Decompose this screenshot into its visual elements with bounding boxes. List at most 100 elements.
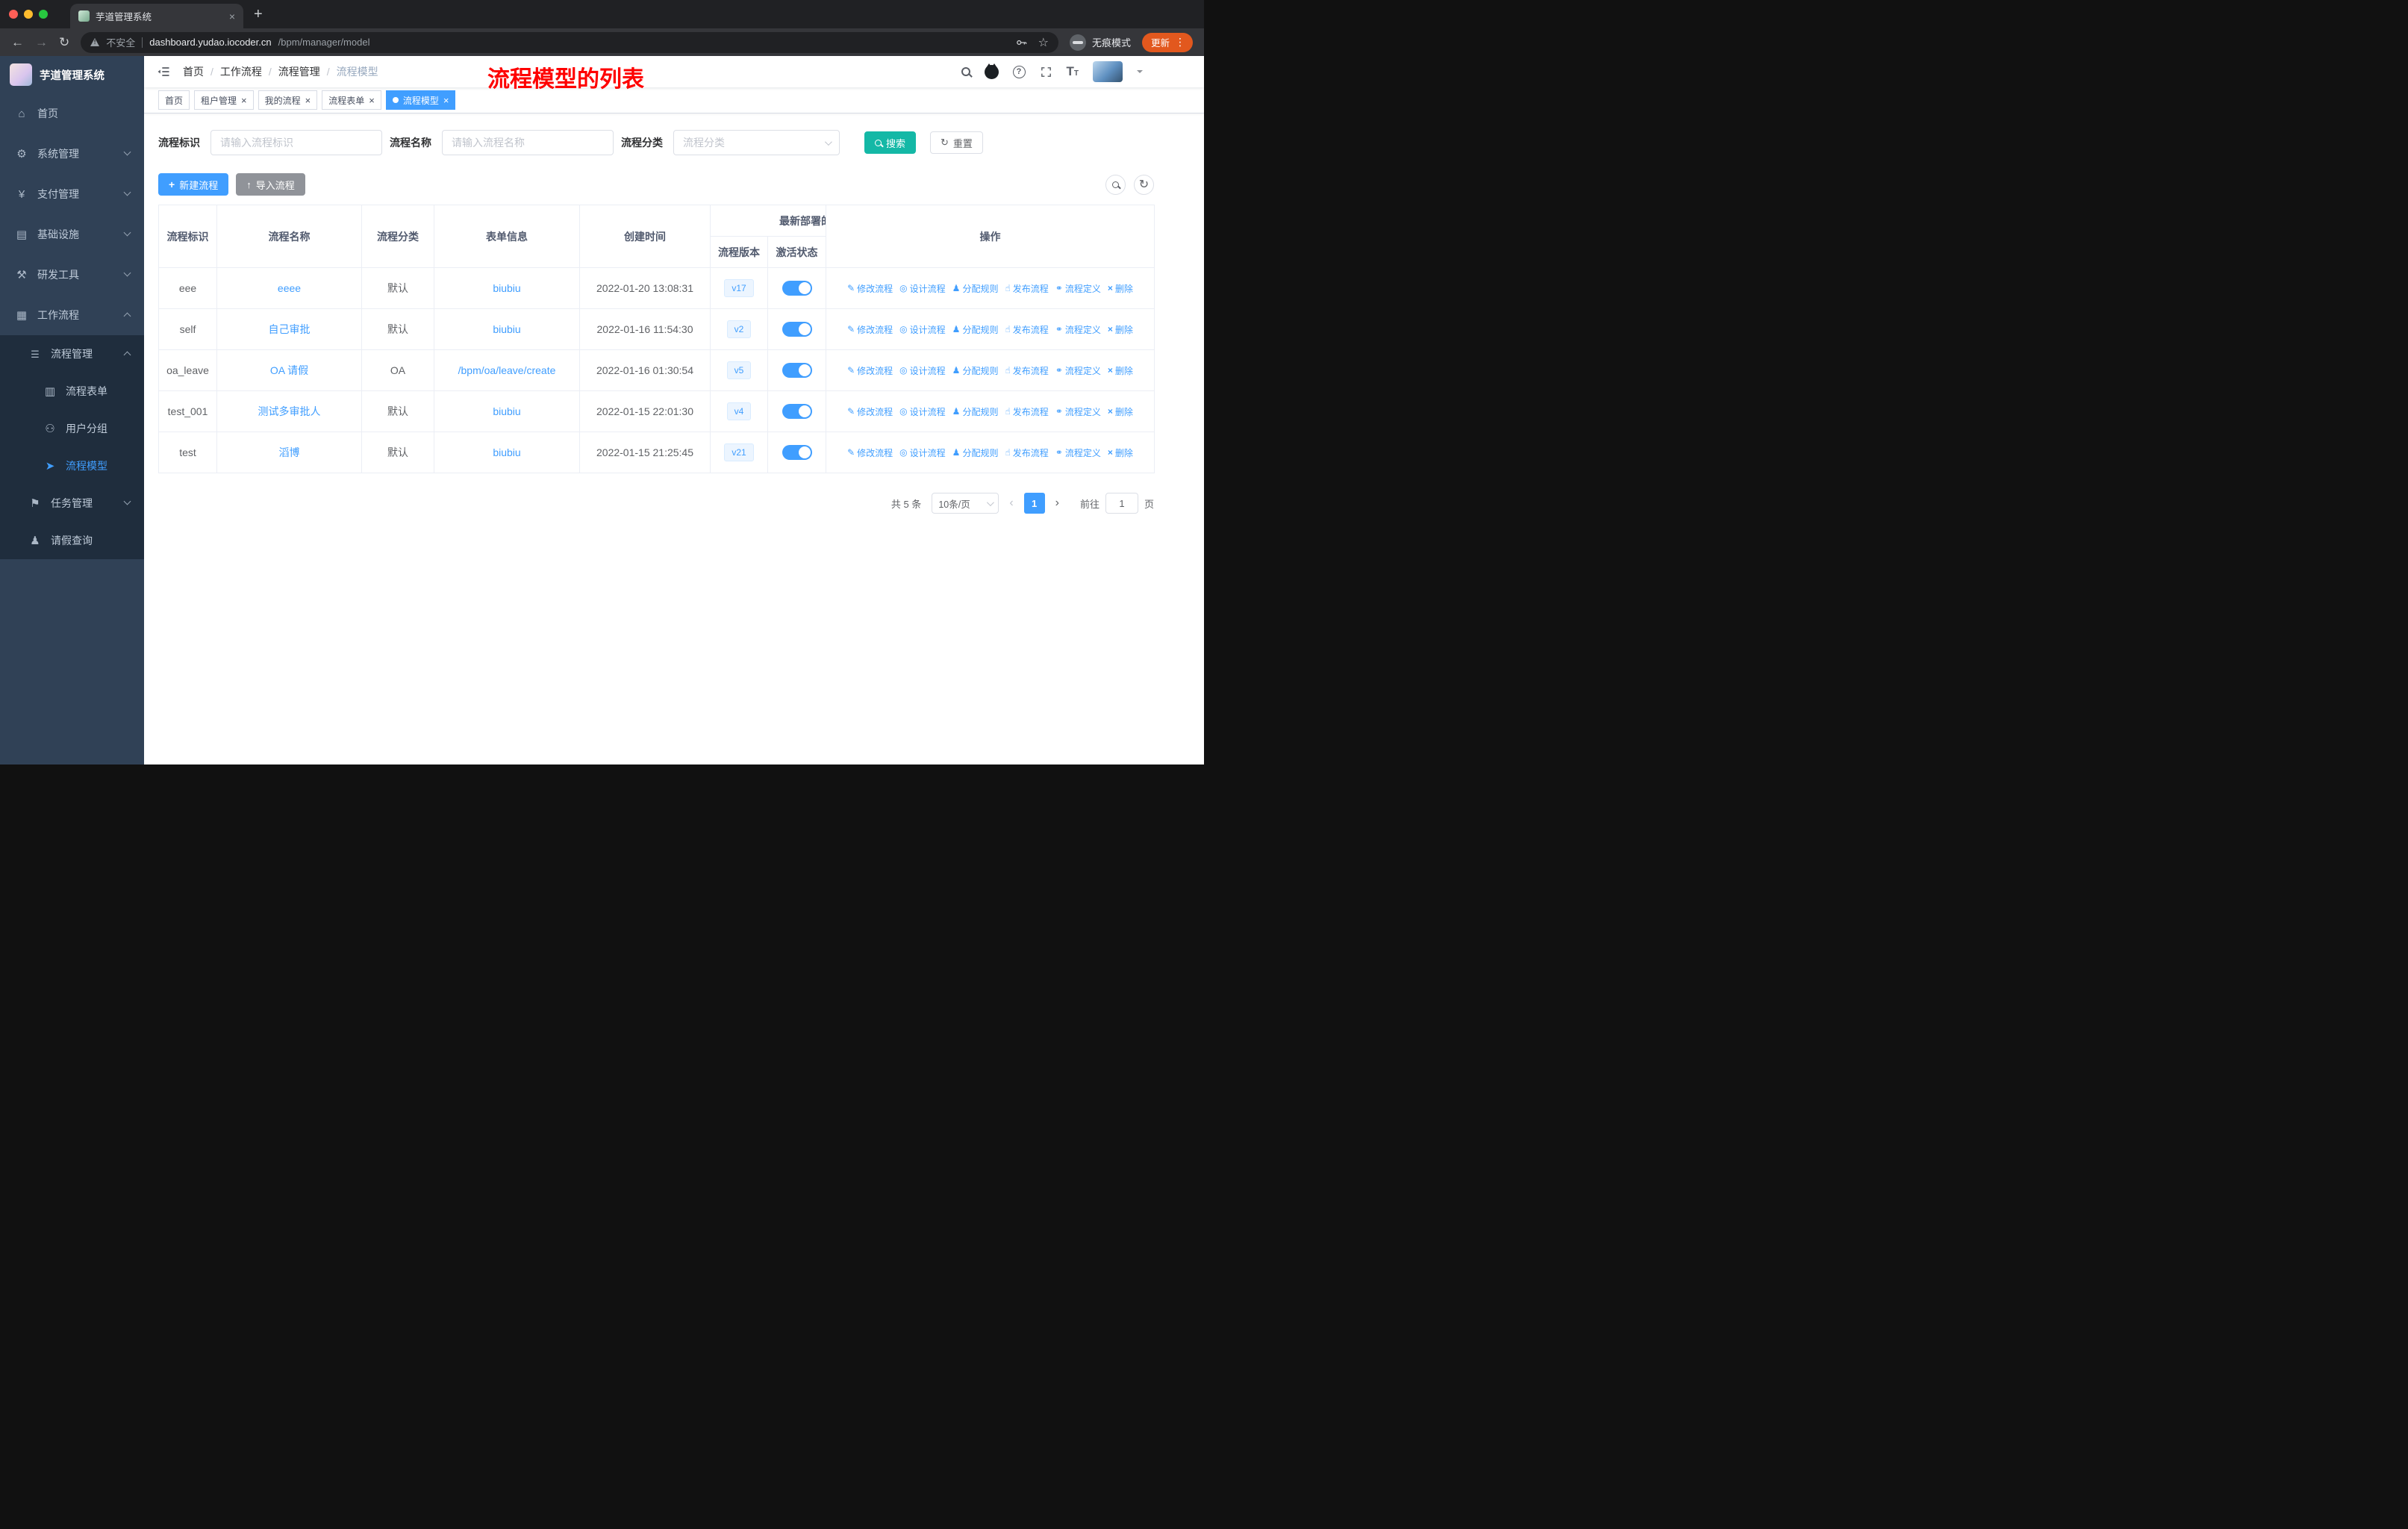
close-icon[interactable]: × [241, 96, 247, 105]
sidebar-item[interactable]: 研发工具 [0, 255, 144, 295]
prev-page-button[interactable]: ‹ [1009, 496, 1013, 510]
sidebar-item[interactable]: 系统管理 [0, 134, 144, 174]
breadcrumb-process-management[interactable]: 流程管理 [278, 64, 320, 79]
definition-action-link[interactable]: 流程定义 [1055, 282, 1101, 295]
form-info-link[interactable]: biubiu [493, 323, 520, 335]
browser-update-button[interactable]: 更新 [1141, 32, 1193, 52]
breadcrumb-home[interactable]: 首页 [183, 64, 204, 79]
app-logo[interactable]: 芋道管理系统 [0, 56, 144, 93]
assign-action-link[interactable]: 分配规则 [952, 405, 998, 418]
not-secure-warning-icon[interactable] [90, 38, 100, 46]
forward-button[interactable] [35, 36, 48, 49]
version-badge[interactable]: v4 [726, 402, 752, 421]
new-tab-button[interactable]: + [254, 7, 263, 22]
delete-action-link[interactable]: 删除 [1108, 282, 1133, 295]
form-info-link[interactable]: biubiu [493, 446, 520, 458]
edit-action-link[interactable]: 修改流程 [847, 323, 893, 336]
close-icon[interactable]: × [305, 96, 311, 105]
design-action-link[interactable]: 设计流程 [899, 405, 946, 418]
version-badge[interactable]: v5 [726, 361, 752, 380]
process-name-link[interactable]: 滔博 [279, 446, 300, 458]
breadcrumb-workflow[interactable]: 工作流程 [220, 64, 262, 79]
edit-action-link[interactable]: 修改流程 [847, 282, 893, 295]
page-size-select[interactable]: 10条/页 [932, 493, 999, 514]
delete-action-link[interactable]: 删除 [1108, 405, 1133, 418]
tag-item[interactable]: 租户管理 × [194, 90, 254, 110]
incognito-indicator[interactable]: 无痕模式 [1069, 34, 1131, 51]
minimize-window-button[interactable] [24, 10, 33, 19]
zoom-window-button[interactable] [39, 10, 48, 19]
form-info-link[interactable]: biubiu [493, 405, 520, 417]
active-toggle[interactable] [782, 322, 812, 337]
process-name-link[interactable]: 测试多审批人 [258, 405, 321, 417]
definition-action-link[interactable]: 流程定义 [1055, 364, 1101, 377]
browser-menu-icon[interactable] [1175, 36, 1185, 49]
help-icon[interactable] [1012, 65, 1026, 78]
sidebar-item[interactable]: 首页 [0, 93, 144, 134]
tag-item[interactable]: 首页 [158, 90, 190, 110]
close-window-button[interactable] [9, 10, 18, 19]
process-category-select[interactable]: 流程分类 [673, 130, 840, 155]
tab-close-icon[interactable]: × [229, 10, 235, 22]
import-process-button[interactable]: 导入流程 [236, 173, 305, 196]
fullscreen-icon[interactable] [1040, 66, 1052, 78]
sidebar-item[interactable]: 流程表单 [0, 373, 144, 410]
publish-action-link[interactable]: 发布流程 [1005, 323, 1049, 336]
page-number-button[interactable]: 1 [1023, 493, 1045, 514]
version-badge[interactable]: v2 [726, 320, 752, 339]
active-toggle[interactable] [782, 445, 812, 460]
version-badge[interactable]: v17 [724, 278, 754, 298]
design-action-link[interactable]: 设计流程 [899, 323, 946, 336]
refresh-table-button[interactable] [1134, 174, 1154, 195]
definition-action-link[interactable]: 流程定义 [1055, 405, 1101, 418]
tag-item[interactable]: 流程模型 × [385, 90, 456, 110]
create-process-button[interactable]: 新建流程 [158, 173, 229, 196]
browser-tab[interactable]: 芋道管理系统 × [70, 4, 243, 28]
sidebar-collapse-icon[interactable] [156, 64, 171, 79]
search-button[interactable]: 搜索 [864, 131, 917, 154]
design-action-link[interactable]: 设计流程 [899, 282, 946, 295]
version-badge[interactable]: v21 [724, 443, 754, 462]
definition-action-link[interactable]: 流程定义 [1055, 446, 1101, 459]
user-avatar[interactable] [1093, 61, 1123, 82]
assign-action-link[interactable]: 分配规则 [952, 282, 998, 295]
process-name-link[interactable]: eeee [278, 282, 301, 294]
process-name-link[interactable]: OA 请假 [270, 364, 308, 376]
back-button[interactable] [11, 36, 24, 49]
publish-action-link[interactable]: 发布流程 [1005, 446, 1049, 459]
delete-action-link[interactable]: 删除 [1108, 446, 1133, 459]
assign-action-link[interactable]: 分配规则 [952, 364, 998, 377]
edit-action-link[interactable]: 修改流程 [847, 446, 893, 459]
tag-item[interactable]: 流程表单 × [322, 90, 381, 110]
edit-action-link[interactable]: 修改流程 [847, 364, 893, 377]
publish-action-link[interactable]: 发布流程 [1005, 282, 1049, 295]
assign-action-link[interactable]: 分配规则 [952, 446, 998, 459]
sidebar-item[interactable]: 流程管理 [0, 335, 144, 373]
sidebar-item[interactable]: 基础设施 [0, 214, 144, 255]
close-icon[interactable]: × [443, 96, 449, 105]
goto-page-input[interactable] [1105, 493, 1138, 514]
passwords-key-icon[interactable] [1015, 36, 1029, 49]
next-page-button[interactable]: › [1055, 496, 1059, 510]
delete-action-link[interactable]: 删除 [1108, 323, 1133, 336]
process-name-link[interactable]: 自己审批 [269, 323, 311, 335]
edit-action-link[interactable]: 修改流程 [847, 405, 893, 418]
active-toggle[interactable] [782, 363, 812, 378]
publish-action-link[interactable]: 发布流程 [1005, 405, 1049, 418]
bookmark-star-icon[interactable] [1038, 36, 1049, 49]
active-toggle[interactable] [782, 404, 812, 419]
delete-action-link[interactable]: 删除 [1108, 364, 1133, 377]
sidebar-item[interactable]: 用户分组 [0, 410, 144, 447]
tag-item[interactable]: 我的流程 × [258, 90, 318, 110]
toggle-search-button[interactable] [1105, 174, 1126, 195]
process-key-input[interactable] [210, 130, 382, 155]
form-info-link[interactable]: biubiu [493, 282, 520, 294]
design-action-link[interactable]: 设计流程 [899, 364, 946, 377]
design-action-link[interactable]: 设计流程 [899, 446, 946, 459]
close-icon[interactable]: × [369, 96, 375, 105]
reload-button[interactable] [59, 36, 69, 49]
sidebar-item[interactable]: 流程模型 [0, 447, 144, 485]
sidebar-item[interactable]: 请假查询 [0, 522, 144, 559]
active-toggle[interactable] [782, 281, 812, 296]
publish-action-link[interactable]: 发布流程 [1005, 364, 1049, 377]
